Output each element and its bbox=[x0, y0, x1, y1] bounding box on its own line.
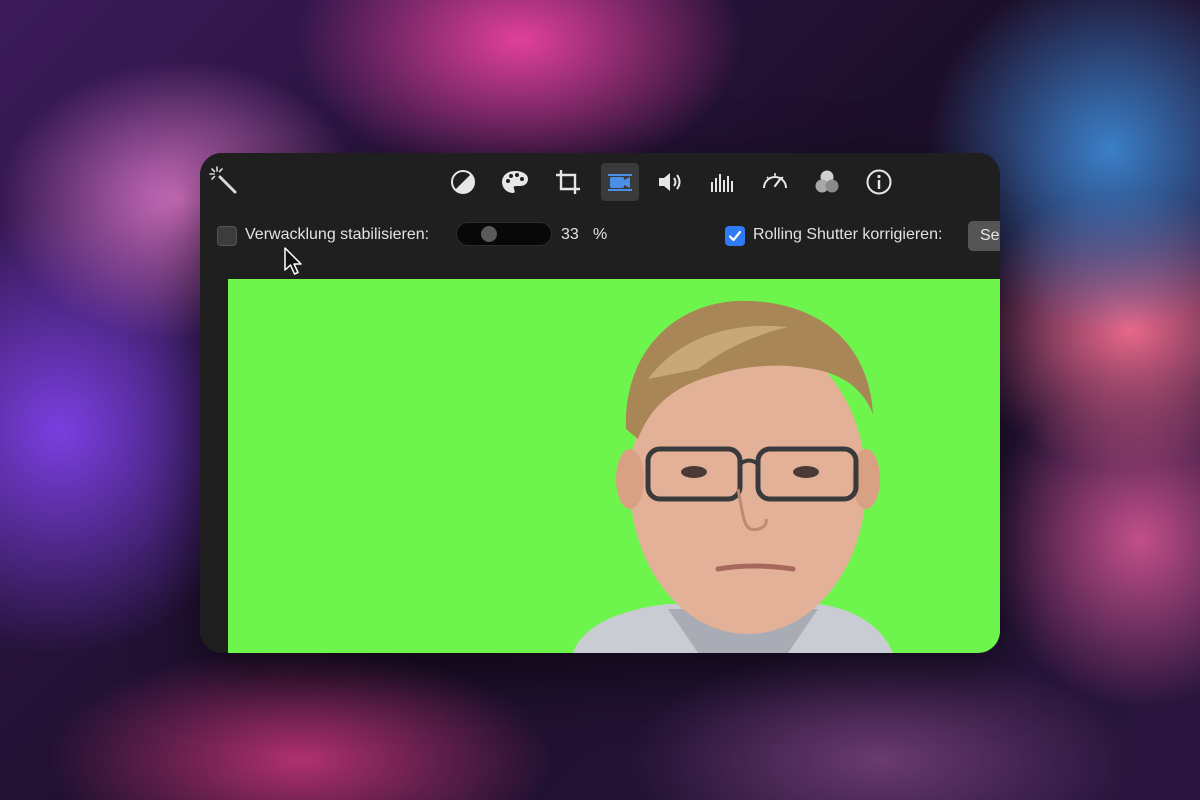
rolling-shutter-amount-button[interactable]: Se bbox=[968, 221, 1000, 251]
video-camera-icon bbox=[606, 168, 634, 196]
speed-button[interactable] bbox=[756, 163, 794, 201]
rolling-shutter-label: Rolling Shutter korrigieren: bbox=[753, 226, 943, 243]
half-circle-icon bbox=[449, 168, 477, 196]
volume-button[interactable] bbox=[652, 163, 690, 201]
stabilization-options-bar: Verwacklung stabilisieren: 33 % Rolling … bbox=[200, 211, 1000, 265]
slider-knob[interactable] bbox=[481, 226, 497, 242]
color-balance-button[interactable] bbox=[444, 163, 482, 201]
mouse-pointer-icon bbox=[283, 246, 305, 276]
imovie-adjustments-window: Verwacklung stabilisieren: 33 % Rolling … bbox=[200, 153, 1000, 653]
rolling-shutter-checkbox[interactable] bbox=[725, 226, 745, 246]
crop-button[interactable] bbox=[549, 163, 587, 201]
overlapping-circles-icon bbox=[812, 168, 842, 196]
equalizer-icon bbox=[708, 168, 738, 196]
speaker-icon bbox=[656, 168, 686, 196]
magic-wand-icon[interactable] bbox=[208, 165, 238, 195]
crop-icon bbox=[554, 168, 582, 196]
stabilize-checkbox[interactable] bbox=[217, 226, 237, 246]
stabilization-button[interactable] bbox=[601, 163, 639, 201]
stabilize-amount-slider[interactable] bbox=[456, 222, 552, 246]
video-frame[interactable] bbox=[228, 279, 1000, 653]
slider-unit: % bbox=[593, 226, 608, 243]
palette-icon bbox=[500, 168, 530, 196]
green-screen-person bbox=[573, 300, 893, 653]
checkmark-icon bbox=[728, 230, 742, 242]
video-viewer bbox=[200, 265, 1000, 653]
speedometer-icon bbox=[760, 168, 790, 196]
filter-button[interactable] bbox=[808, 163, 846, 201]
info-button[interactable] bbox=[860, 163, 898, 201]
adjustments-toolbar bbox=[200, 153, 1000, 211]
info-icon bbox=[865, 168, 893, 196]
color-correction-button[interactable] bbox=[496, 163, 534, 201]
equalizer-button[interactable] bbox=[704, 163, 742, 201]
stabilize-label: Verwacklung stabilisieren: bbox=[245, 226, 430, 243]
slider-value: 33 bbox=[561, 226, 579, 243]
